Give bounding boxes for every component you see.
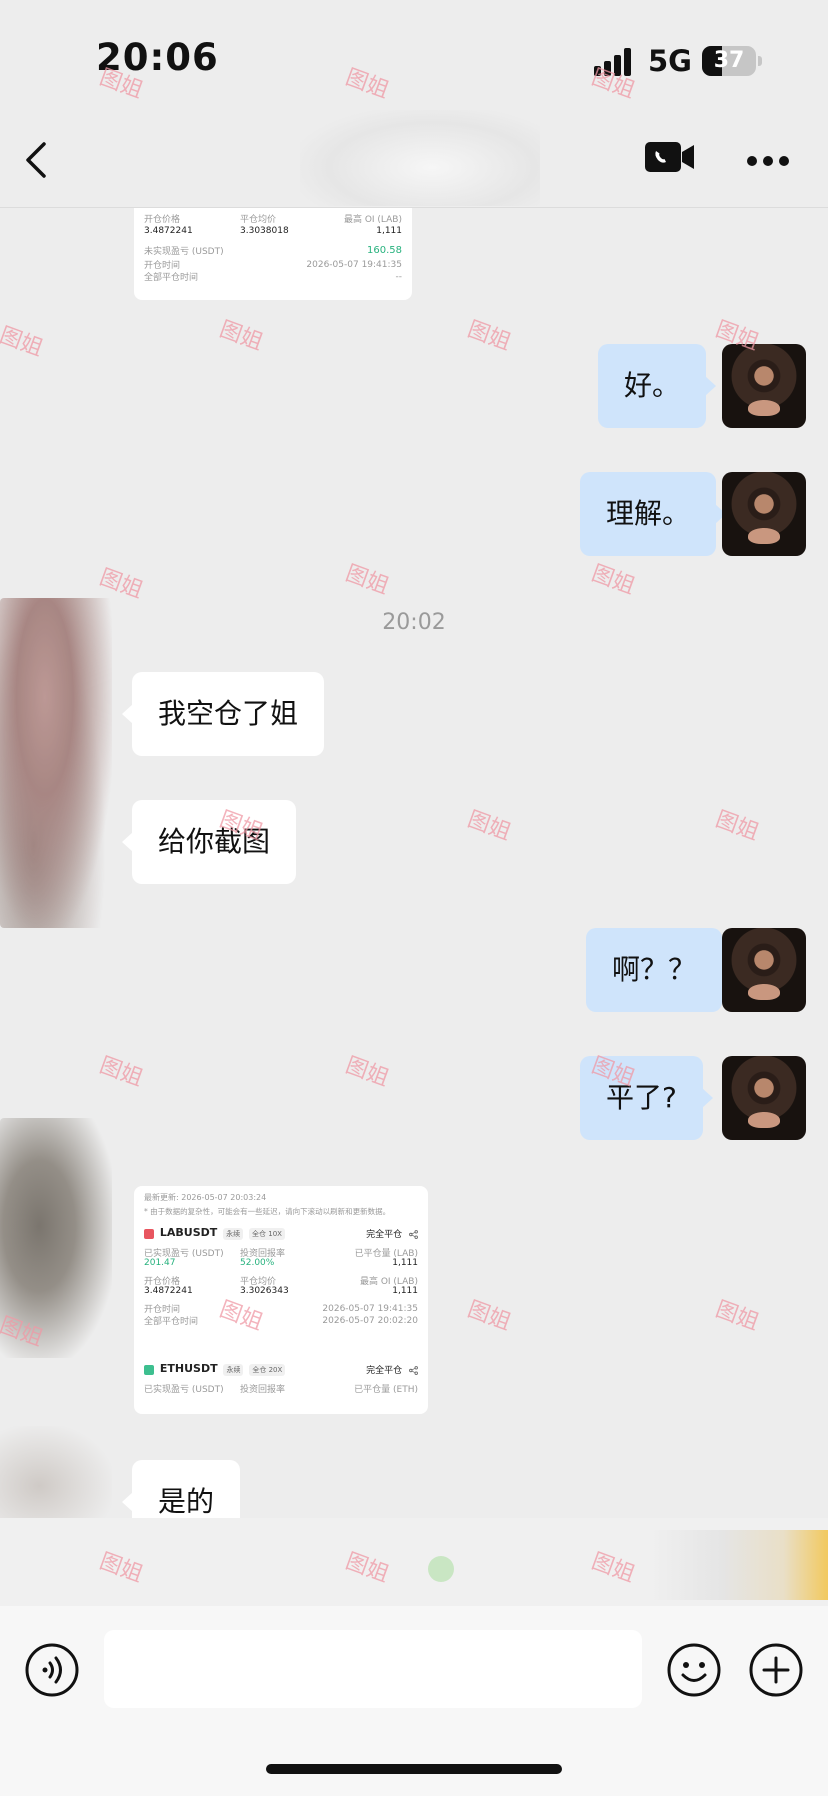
open-price: 3.4872241 [144, 226, 193, 236]
message-bubble-sent[interactable]: 理解。 [580, 472, 727, 556]
avatar[interactable] [722, 928, 806, 1012]
open-price: 3.4872241 [144, 1286, 193, 1296]
watermark: 图姐 [464, 807, 515, 846]
max-oi: 1,111 [392, 1286, 418, 1296]
plus-icon[interactable] [748, 1642, 804, 1698]
roi-label: 投资回报率 [240, 1385, 286, 1395]
video-call-icon[interactable] [644, 140, 696, 174]
status-bar: 20:06 5G 37 [0, 0, 828, 110]
position-status: 完全平仓 [366, 1365, 403, 1376]
emoji-icon[interactable] [666, 1642, 722, 1698]
close-time-label: 全部平仓时间 [144, 273, 199, 283]
max-oi: 1,111 [376, 226, 402, 236]
nav-bar [0, 110, 828, 208]
close-time-label: 全部平仓时间 [144, 1317, 199, 1327]
share-icon[interactable] [409, 1365, 418, 1375]
message-bubble-received[interactable]: 我空仓了姐 [121, 672, 325, 756]
battery-icon: 37 [702, 46, 756, 76]
blurred-avatar [0, 1118, 112, 1358]
avatar[interactable] [722, 1056, 806, 1140]
position-tag: 永续 [223, 1364, 244, 1376]
position-symbol: ETHUSDT [159, 1362, 218, 1375]
watermark: 图姐 [342, 561, 393, 600]
battery-level: 37 [713, 48, 745, 73]
message-input[interactable] [104, 1630, 642, 1708]
blurred-sticker [428, 1556, 454, 1582]
open-price-label: 开仓价格 [144, 215, 181, 225]
position-tag: 永续 [223, 1228, 244, 1240]
trade-card-screenshot[interactable]: 最新更新: 2026-05-07 20:03:24 * 由于数据的复杂性，可能会… [134, 1186, 428, 1414]
avg-close: 3.3038018 [240, 226, 289, 236]
watermark: 图姐 [588, 561, 639, 600]
max-oi-label: 最高 OI (LAB) [343, 215, 402, 225]
message-bubble-received[interactable]: 是的 [121, 1460, 241, 1518]
avatar[interactable] [722, 472, 806, 556]
coin-icon [144, 1228, 154, 1239]
trade-card-top[interactable]: 开仓价格 平仓均价 最高 OI (LAB) 3.4872241 3.303801… [134, 208, 412, 300]
realized-value: 201.47 [144, 1258, 176, 1268]
message-bubble-received[interactable]: 给你截图 [121, 800, 297, 884]
closed-qty: 1,111 [392, 1258, 418, 1268]
watermark: 图姐 [464, 317, 515, 356]
battery-tip [758, 56, 762, 66]
position-symbol: LABUSDT [159, 1226, 218, 1239]
chat-timestamp: 20:02 [382, 610, 446, 635]
position-tag: 全仓 20X [249, 1364, 286, 1376]
blurred-avatar [0, 1426, 112, 1518]
position-tag: 全仓 10X [249, 1228, 285, 1240]
message-bubble-sent[interactable]: 好。 [598, 344, 717, 428]
home-indicator [266, 1764, 562, 1774]
status-time: 20:06 [96, 36, 219, 79]
watermark: 图姐 [216, 317, 267, 356]
watermark: 图姐 [712, 807, 763, 846]
watermark: 图姐 [464, 1297, 515, 1336]
input-bar [0, 1606, 828, 1796]
close-time: -- [395, 271, 403, 282]
closed-qty-label: 已平仓量 (ETH) [354, 1385, 418, 1395]
voice-icon[interactable] [24, 1642, 80, 1698]
open-time: 2026-05-07 19:41:35 [322, 1303, 418, 1314]
watermark: 图姐 [342, 1053, 393, 1092]
blurred-avatar [0, 598, 112, 928]
signal-icon [594, 48, 636, 76]
watermark: 图姐 [712, 1297, 763, 1336]
share-icon[interactable] [409, 1229, 418, 1239]
chevron-left-icon[interactable] [18, 140, 58, 180]
message-bubble-sent[interactable]: 啊？？ [586, 928, 733, 1012]
position-status: 完全平仓 [366, 1229, 403, 1240]
avg-close: 3.3026343 [240, 1286, 289, 1296]
chat-area[interactable]: 开仓价格 平仓均价 最高 OI (LAB) 3.4872241 3.303801… [0, 208, 828, 1518]
realized-label: 已实现盈亏 (USDT) [144, 1385, 224, 1395]
avatar[interactable] [722, 344, 806, 428]
card-notice: * 由于数据的复杂性，可能会有一些延迟，请向下滚动以刷新和更新数据。 [144, 1207, 391, 1216]
close-time: 2026-05-07 20:02:20 [322, 1315, 418, 1326]
roi-value: 52.00% [240, 1258, 275, 1268]
message-bubble-sent[interactable]: 平了? [580, 1056, 713, 1140]
unrealized-value: 160.58 [367, 245, 402, 256]
open-time: 2026-05-07 19:41:35 [306, 259, 402, 270]
unrealized-label: 未实现盈亏 (USDT) [144, 247, 224, 257]
network-label: 5G [648, 44, 692, 78]
coin-icon [144, 1364, 154, 1375]
more-dots-icon[interactable] [746, 152, 790, 166]
blurred-contact-name [300, 110, 540, 206]
avg-close-label: 平仓均价 [240, 215, 277, 225]
blurred-sticker [650, 1530, 828, 1600]
watermark: 图姐 [96, 1053, 147, 1092]
watermark: 图姐 [0, 323, 47, 362]
card-updated: 最新更新: 2026-05-07 20:03:24 [144, 1193, 267, 1202]
